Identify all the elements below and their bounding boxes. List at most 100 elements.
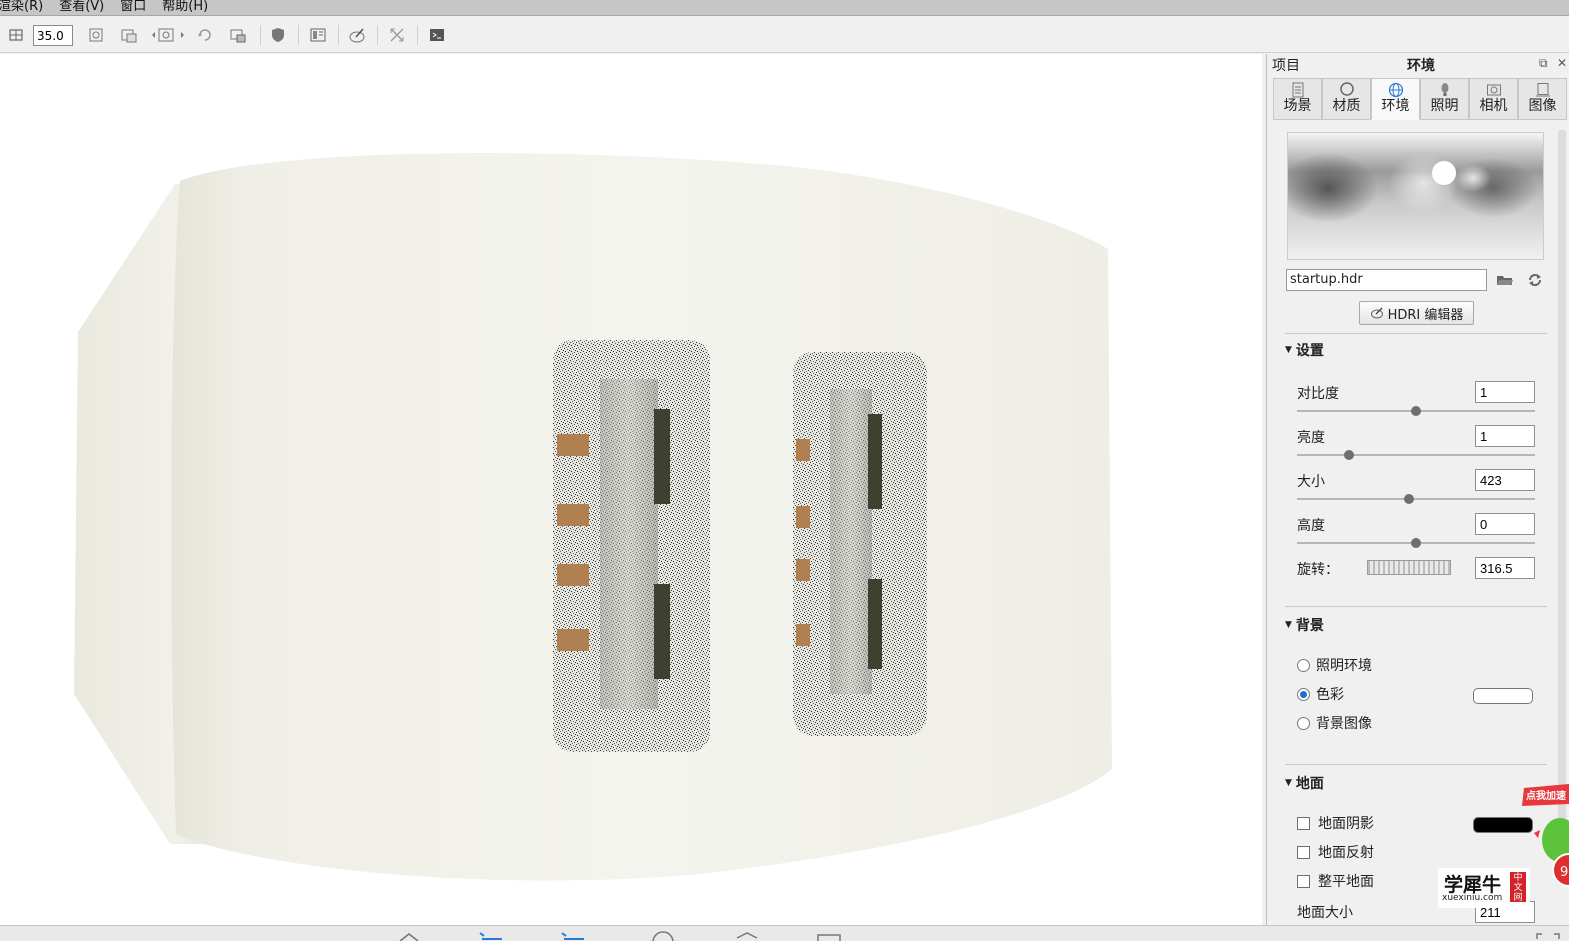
radio-lighting-environment[interactable]: 照明环境 bbox=[1297, 655, 1372, 675]
panel-title: 环境 bbox=[1407, 58, 1435, 74]
animation-icon[interactable] bbox=[650, 931, 676, 941]
material-sphere-icon bbox=[1339, 82, 1354, 96]
hdri-editor-label: HDRI 编辑器 bbox=[1387, 307, 1464, 323]
library-icon[interactable] bbox=[478, 931, 504, 941]
panel-header: 项目 环境 ⧉ ✕ bbox=[1267, 54, 1569, 74]
radio-dot[interactable] bbox=[1297, 716, 1310, 730]
keyshotvr-icon[interactable] bbox=[734, 931, 760, 941]
watermark-logo: 学犀牛 xuexiniu.com 中文网 bbox=[1438, 868, 1530, 908]
size-slider[interactable] bbox=[1297, 494, 1535, 504]
usb-port-right bbox=[793, 352, 927, 736]
menu-bar: 渲染(R) 查看(V) 窗口 帮助(H) bbox=[0, 0, 1569, 16]
settings-section-header[interactable]: ▼ 设置 bbox=[1285, 340, 1324, 360]
radio-background-image[interactable]: 背景图像 bbox=[1297, 713, 1372, 733]
tab-lighting[interactable]: 照明 bbox=[1420, 78, 1469, 120]
tab-scene[interactable]: 场景 bbox=[1273, 78, 1322, 120]
radio-dot[interactable] bbox=[1297, 687, 1310, 701]
checkbox-box[interactable] bbox=[1297, 845, 1310, 859]
zoom-fit-icon[interactable] bbox=[86, 25, 106, 45]
ground-section-header[interactable]: ▼ 地面 bbox=[1285, 773, 1324, 793]
render-icon[interactable] bbox=[816, 931, 842, 941]
paint-icon[interactable] bbox=[347, 25, 367, 45]
expand-icon[interactable] bbox=[387, 25, 407, 45]
rotation-input[interactable] bbox=[1475, 557, 1535, 579]
ground-shadow-checkbox[interactable]: 地面阴影 bbox=[1297, 813, 1374, 833]
folder-open-icon[interactable] bbox=[1495, 270, 1515, 290]
menu-render[interactable]: 渲染(R) bbox=[0, 0, 43, 13]
menu-view[interactable]: 查看(V) bbox=[59, 0, 104, 13]
tab-camera[interactable]: 相机 bbox=[1469, 78, 1518, 120]
toolbar bbox=[0, 17, 1569, 53]
import-icon[interactable] bbox=[396, 931, 422, 941]
bulb-icon bbox=[1441, 83, 1448, 96]
radio-color[interactable]: 色彩 bbox=[1297, 684, 1344, 704]
height-slider[interactable] bbox=[1297, 538, 1535, 548]
tab-image[interactable]: 图像 bbox=[1518, 78, 1567, 120]
refresh-icon[interactable] bbox=[1525, 270, 1545, 290]
contrast-input[interactable] bbox=[1475, 381, 1535, 403]
background-section-header[interactable]: ▼ 背景 bbox=[1285, 615, 1324, 635]
flatten-ground-checkbox[interactable]: 整平地面 bbox=[1297, 871, 1374, 891]
toolbar-separator bbox=[338, 25, 339, 45]
watermark-url: xuexiniu.com bbox=[1442, 893, 1503, 903]
layout-icon[interactable] bbox=[308, 25, 328, 45]
promo-number: 9 bbox=[1560, 865, 1568, 880]
toolbar-separator bbox=[298, 25, 299, 45]
menu-help[interactable]: 帮助(H) bbox=[162, 0, 208, 13]
checkbox-box[interactable] bbox=[1297, 874, 1310, 888]
ground-reflection-checkbox[interactable]: 地面反射 bbox=[1297, 842, 1374, 862]
contrast-slider[interactable] bbox=[1297, 406, 1535, 416]
lock-camera-icon[interactable] bbox=[228, 25, 248, 45]
bottom-toolbar bbox=[0, 925, 1569, 941]
list-icon bbox=[1292, 82, 1303, 98]
float-panel-icon[interactable]: ⧉ bbox=[1539, 56, 1548, 71]
divider bbox=[1285, 333, 1547, 334]
promo-text: 点我加速 bbox=[1526, 789, 1566, 802]
height-input[interactable] bbox=[1475, 513, 1535, 535]
brightness-label: 亮度 bbox=[1297, 430, 1325, 446]
rotation-dial[interactable] bbox=[1367, 560, 1451, 575]
slider-knob[interactable] bbox=[1403, 494, 1414, 504]
screenshot-icon[interactable] bbox=[150, 25, 186, 45]
size-label: 大小 bbox=[1297, 474, 1325, 490]
render-viewport[interactable] bbox=[0, 54, 1262, 925]
brightness-input[interactable] bbox=[1475, 425, 1535, 447]
checkbox-label: 整平地面 bbox=[1318, 874, 1374, 890]
radio-dot[interactable] bbox=[1297, 658, 1310, 672]
resolution-icon[interactable] bbox=[6, 25, 26, 45]
tab-label: 照明 bbox=[1430, 98, 1459, 114]
size-input[interactable] bbox=[1475, 469, 1535, 491]
fov-input[interactable] bbox=[33, 25, 73, 46]
slider-knob[interactable] bbox=[1411, 406, 1421, 416]
paint-icon bbox=[1370, 307, 1383, 319]
region-render-icon[interactable] bbox=[119, 25, 139, 45]
slider-knob[interactable] bbox=[1411, 538, 1421, 548]
tab-material[interactable]: 材质 bbox=[1322, 78, 1371, 120]
keyshot-window: 渲染(R) 查看(V) 窗口 帮助(H) 35.0 项目 环境 ⧉ ✕ 场景 材… bbox=[0, 0, 1569, 941]
tab-environment[interactable]: 环境 bbox=[1371, 78, 1420, 120]
hdri-preview[interactable] bbox=[1287, 132, 1544, 260]
close-panel-icon[interactable]: ✕ bbox=[1557, 56, 1567, 70]
reset-view-icon[interactable] bbox=[195, 25, 215, 45]
divider bbox=[1285, 606, 1547, 607]
section-title: 设置 bbox=[1295, 343, 1324, 359]
terminal-icon[interactable] bbox=[427, 25, 447, 45]
checkbox-box[interactable] bbox=[1297, 816, 1310, 830]
checkbox-label: 地面反射 bbox=[1318, 845, 1374, 861]
slider-knob[interactable] bbox=[1344, 450, 1355, 460]
panel-scrollbar[interactable] bbox=[1558, 130, 1566, 850]
toolbar-separator bbox=[260, 25, 261, 45]
brightness-slider[interactable] bbox=[1297, 450, 1535, 460]
divider bbox=[1285, 764, 1547, 765]
shield-icon[interactable] bbox=[268, 25, 288, 45]
watermark-badge: 中文网 bbox=[1510, 872, 1526, 903]
radio-label: 照明环境 bbox=[1316, 658, 1372, 674]
menu-window[interactable]: 窗口 bbox=[120, 0, 146, 13]
background-color-swatch[interactable] bbox=[1473, 688, 1533, 704]
tab-label: 场景 bbox=[1283, 98, 1312, 114]
radio-label: 色彩 bbox=[1316, 687, 1344, 703]
hdri-editor-button[interactable]: HDRI 编辑器 bbox=[1359, 301, 1474, 325]
project-icon[interactable] bbox=[560, 931, 586, 941]
fullscreen-icon[interactable] bbox=[1535, 931, 1561, 941]
hdri-filename-field[interactable]: startup.hdr bbox=[1286, 269, 1487, 291]
